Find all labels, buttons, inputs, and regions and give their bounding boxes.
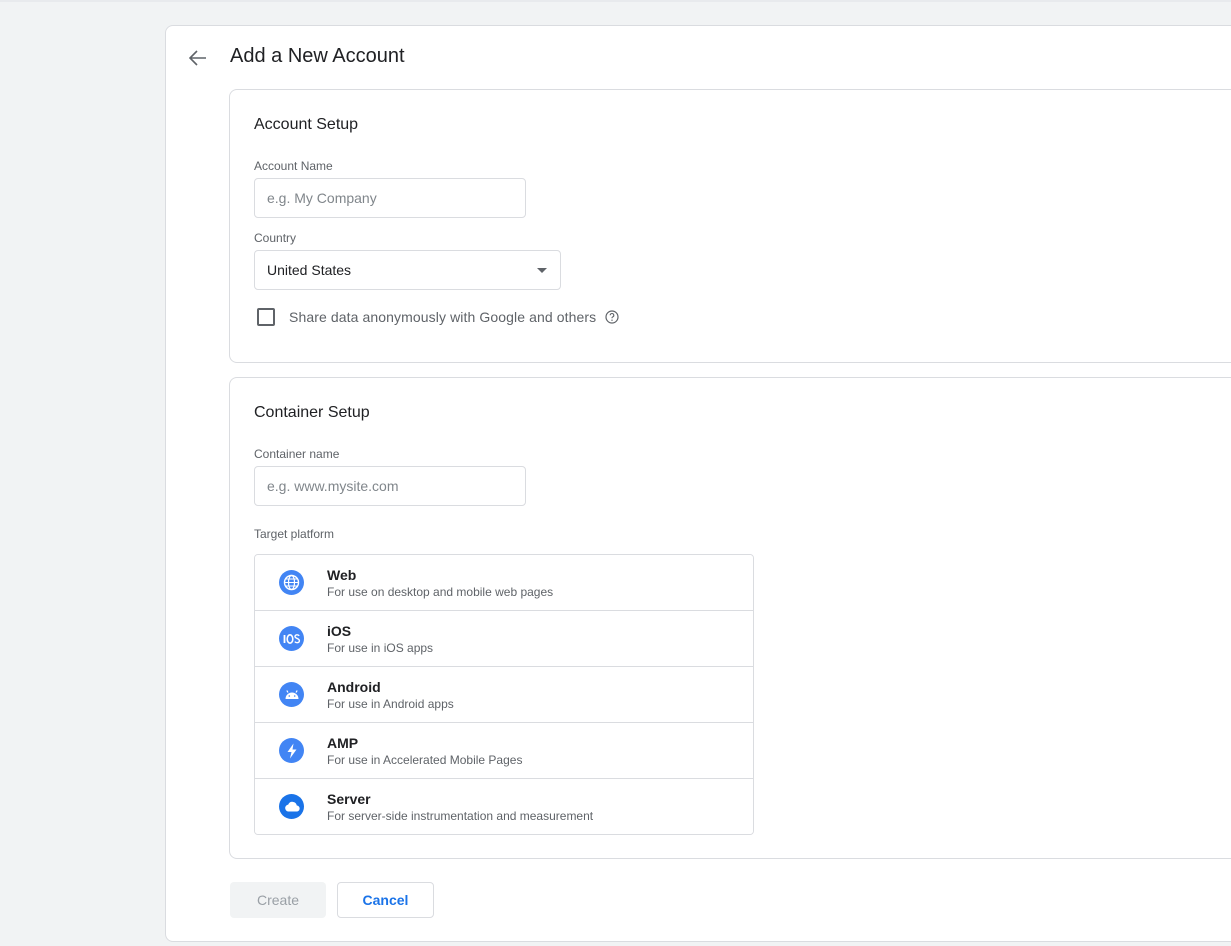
platform-ios[interactable]: iOS For use in iOS apps xyxy=(255,611,753,667)
back-button[interactable] xyxy=(186,46,210,70)
country-select[interactable]: United States xyxy=(254,250,561,290)
country-label: Country xyxy=(254,231,297,245)
target-platform-label: Target platform xyxy=(254,527,335,541)
android-icon xyxy=(279,682,304,707)
dropdown-arrow-icon xyxy=(537,268,547,273)
cancel-button[interactable]: Cancel xyxy=(337,882,434,918)
container-name-input[interactable] xyxy=(254,466,526,506)
cloud-icon xyxy=(279,794,304,819)
top-bar xyxy=(0,0,1231,2)
platform-description: For server-side instrumentation and meas… xyxy=(327,808,594,823)
arrow-back-icon xyxy=(189,50,206,66)
bolt-icon xyxy=(279,738,304,763)
create-button[interactable]: Create xyxy=(230,882,326,918)
container-setup-card: Container Setup Container name Target pl… xyxy=(229,377,1231,859)
account-setup-card: Account Setup Account Name Country Unite… xyxy=(229,89,1231,363)
account-setup-title: Account Setup xyxy=(254,116,359,133)
container-setup-title: Container Setup xyxy=(254,404,370,421)
globe-icon xyxy=(279,570,304,595)
share-data-checkbox[interactable] xyxy=(257,308,275,326)
platform-name: iOS xyxy=(327,622,352,639)
share-data-row: Share data anonymously with Google and o… xyxy=(257,308,619,326)
platform-description: For use on desktop and mobile web pages xyxy=(327,584,554,599)
platform-name: Server xyxy=(327,790,371,807)
platform-amp[interactable]: AMP For use in Accelerated Mobile Pages xyxy=(255,723,753,779)
platform-server[interactable]: Server For server-side instrumentation a… xyxy=(255,779,753,834)
platform-name: AMP xyxy=(327,734,359,751)
country-value: United States xyxy=(267,262,352,278)
platform-description: For use in Android apps xyxy=(327,696,454,711)
platform-name: Android xyxy=(327,678,381,695)
platform-name: Web xyxy=(327,566,357,583)
account-name-label: Account Name xyxy=(254,159,333,173)
platform-android[interactable]: Android For use in Android apps xyxy=(255,667,753,723)
platform-description: For use in iOS apps xyxy=(327,640,434,655)
share-data-label: Share data anonymously with Google and o… xyxy=(289,309,597,325)
account-name-input[interactable] xyxy=(254,178,526,218)
container-name-label: Container name xyxy=(254,447,340,461)
platform-list: Web For use on desktop and mobile web pa… xyxy=(254,554,754,835)
platform-description: For use in Accelerated Mobile Pages xyxy=(327,752,523,767)
ios-icon xyxy=(279,626,304,651)
platform-web[interactable]: Web For use on desktop and mobile web pa… xyxy=(255,555,753,611)
page-title: Add a New Account xyxy=(230,45,405,67)
help-icon[interactable] xyxy=(605,310,619,324)
